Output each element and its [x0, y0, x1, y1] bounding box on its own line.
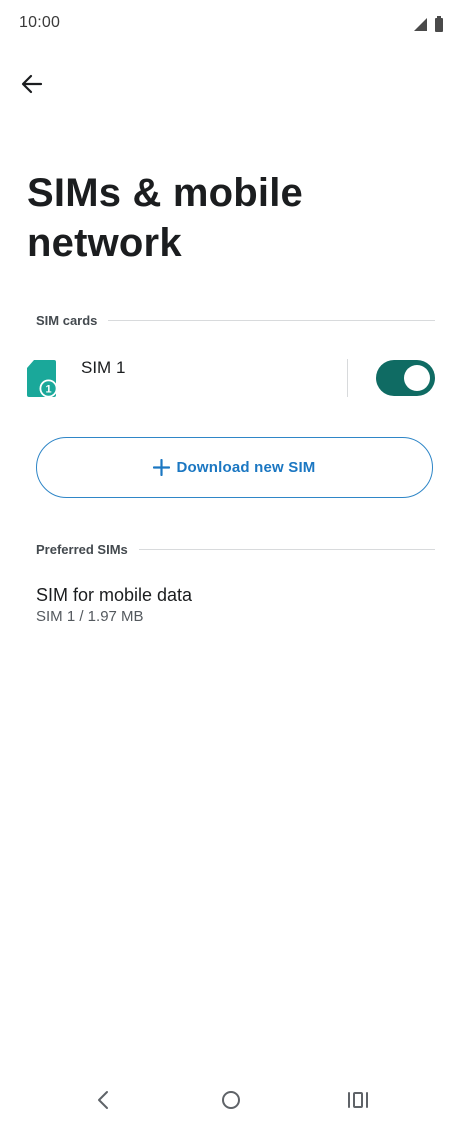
sim-name: SIM 1 [81, 358, 126, 377]
sim-row-divider [347, 359, 348, 397]
nav-recents-button[interactable] [338, 1087, 378, 1117]
home-nav-icon [221, 1090, 241, 1115]
section-header-sim-cards: SIM cards [36, 310, 435, 330]
status-bar: 10:00 [0, 0, 462, 48]
pref-item-title: SIM for mobile data [36, 585, 193, 605]
navigation-bar [0, 1075, 462, 1129]
section-header-preferred-sims: Preferred SIMs [36, 539, 435, 559]
download-new-sim-label: Download new SIM [176, 459, 316, 476]
section-divider [108, 319, 435, 321]
status-time: 10:00 [19, 14, 61, 31]
recents-nav-icon [347, 1091, 369, 1114]
back-nav-icon [96, 1090, 110, 1115]
toggle-knob [404, 365, 430, 391]
nav-home-button[interactable] [211, 1087, 251, 1117]
plus-icon [153, 458, 171, 477]
section-label-preferred-sims: Preferred SIMs [36, 541, 128, 557]
sims-mobile-network-screen: 10:00 SIMs & mobile network SIM cards 1 … [0, 0, 462, 1129]
sim-for-mobile-data-item[interactable]: SIM for mobile data SIM 1 / 1.97 MB [0, 580, 462, 636]
battery-icon [434, 16, 444, 37]
pref-item-summary: SIM 1 / 1.97 MB [36, 608, 144, 625]
page-title: SIMs & mobile network [27, 171, 303, 265]
back-arrow-icon [21, 73, 43, 100]
back-button[interactable] [12, 68, 52, 104]
signal-icon [413, 17, 428, 37]
sim-card-icon: 1 [26, 359, 60, 399]
section-divider [138, 548, 435, 550]
sim-slot-badge: 1 [45, 384, 51, 396]
sim-row-sim-1[interactable]: 1 SIM 1 [0, 350, 462, 410]
nav-back-button[interactable] [83, 1087, 123, 1117]
status-icons [413, 16, 444, 37]
download-new-sim-button[interactable]: Download new SIM [36, 437, 433, 498]
section-label-sim-cards: SIM cards [36, 312, 98, 328]
sim-1-toggle[interactable] [376, 360, 435, 396]
